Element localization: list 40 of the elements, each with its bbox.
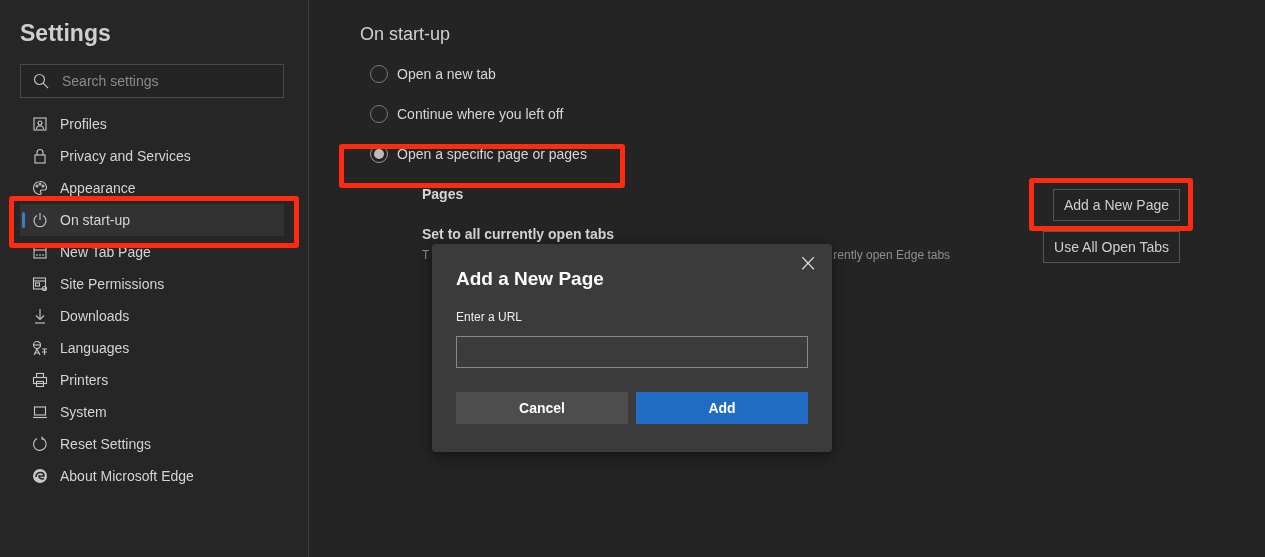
option-label: Open a specific page or pages	[397, 146, 587, 162]
edge-logo-icon	[32, 468, 48, 484]
outline-button[interactable]: Use All Open Tabs	[1043, 231, 1180, 263]
search-field[interactable]: Search settings	[20, 64, 284, 98]
dialog-title: Add a New Page	[456, 268, 605, 291]
setting-description: rently open Edge tabs	[833, 248, 951, 262]
reset-icon	[32, 436, 48, 452]
lock-icon	[32, 148, 48, 164]
translate-icon	[32, 340, 48, 356]
outline-button[interactable]: Add a New Page	[1052, 189, 1180, 221]
url-input-field[interactable]	[456, 336, 808, 368]
sidebar-item[interactable]: Languages	[20, 332, 284, 364]
close-button[interactable]: ×	[793, 252, 822, 274]
option-label: Continue where you left off	[397, 106, 564, 122]
sidebar-item[interactable]: System	[20, 396, 284, 428]
sidebar-item[interactable]: On start-up	[20, 204, 284, 236]
sidebar-item[interactable]: Reset Settings	[20, 428, 284, 460]
download-icon	[32, 308, 48, 324]
palette-icon	[32, 180, 48, 196]
sidebar-item[interactable]: Downloads	[20, 300, 284, 332]
settings-title: Settings	[20, 20, 112, 48]
sidebar-item[interactable]: Profiles	[20, 108, 284, 140]
pages-label: Pages	[422, 186, 465, 204]
sidebar-item[interactable]: Printers	[20, 364, 284, 396]
sidebar-item[interactable]: About Microsoft Edge	[20, 460, 284, 492]
sidebar-item[interactable]: Privacy and Services	[20, 140, 284, 172]
cancel-button[interactable]: Cancel	[456, 392, 628, 424]
printer-icon	[32, 372, 48, 388]
setting-heading: Set to all currently open tabs	[422, 226, 616, 244]
laptop-icon	[32, 404, 48, 420]
profile-icon	[32, 116, 48, 132]
add-button[interactable]: Add	[636, 392, 808, 424]
option-label: Open a new tab	[397, 66, 496, 82]
field-label: Enter a URL	[456, 310, 524, 324]
sidebar-item[interactable]: Site Permissions	[20, 268, 284, 300]
section-title: On start-up	[360, 24, 452, 46]
window-gear-icon	[32, 276, 48, 292]
sidebar-item[interactable]: Appearance	[20, 172, 284, 204]
power-icon	[32, 212, 48, 228]
setting-description: T	[422, 248, 430, 262]
